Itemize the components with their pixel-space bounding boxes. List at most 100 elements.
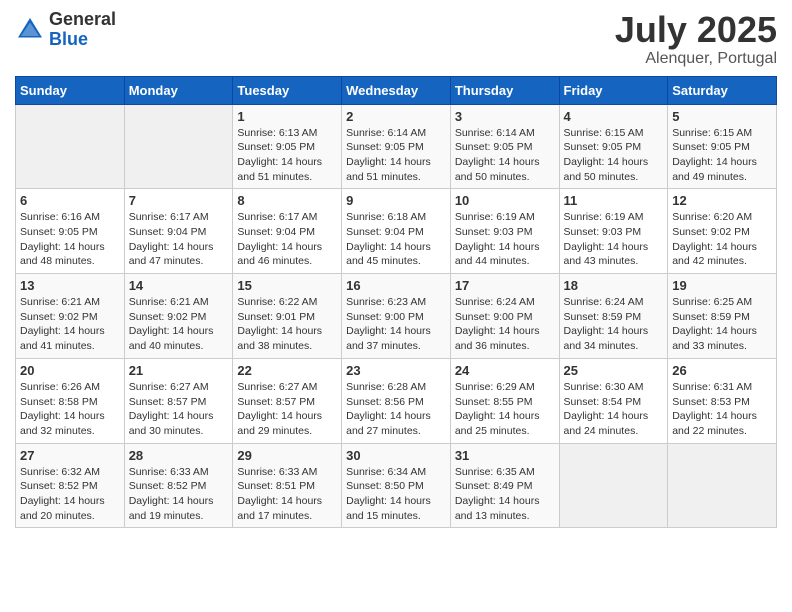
cell-info: Sunrise: 6:32 AM Sunset: 8:52 PM Dayligh… [20, 465, 120, 524]
header-saturday: Saturday [668, 76, 777, 104]
calendar-week-2: 6Sunrise: 6:16 AM Sunset: 9:05 PM Daylig… [16, 189, 777, 274]
header-monday: Monday [124, 76, 233, 104]
calendar-cell: 16 Sunrise: 6:23 AM Sunset: 9:00 PM Dayli… [342, 274, 451, 359]
calendar-cell [559, 443, 668, 528]
cell-info: Sunrise: 6:35 AM Sunset: 8:49 PM Dayligh… [455, 465, 555, 524]
day-number: 20 [20, 363, 120, 378]
calendar-cell: 19 Sunrise: 6:25 AM Sunset: 8:59 PM Dayli… [668, 274, 777, 359]
day-number: 7 [129, 193, 229, 208]
day-number: 31 [455, 448, 555, 463]
calendar-cell: 12Sunrise: 6:20 AM Sunset: 9:02 PM Dayli… [668, 189, 777, 274]
calendar-week-5: 27 Sunrise: 6:32 AM Sunset: 8:52 PM Dayli… [16, 443, 777, 528]
header-friday: Friday [559, 76, 668, 104]
cell-info: Sunrise: 6:23 AM Sunset: 9:00 PM Dayligh… [346, 295, 446, 354]
header-sunday: Sunday [16, 76, 125, 104]
cell-info: Sunrise: 6:24 AM Sunset: 9:00 PM Dayligh… [455, 295, 555, 354]
month-year: July 2025 [615, 10, 777, 50]
cell-info: Sunrise: 6:14 AM Sunset: 9:05 PM Dayligh… [455, 126, 555, 185]
day-number: 27 [20, 448, 120, 463]
day-number: 1 [237, 109, 337, 124]
calendar-cell [16, 104, 125, 189]
day-number: 9 [346, 193, 446, 208]
calendar-cell: 31 Sunrise: 6:35 AM Sunset: 8:49 PM Dayli… [450, 443, 559, 528]
day-number: 30 [346, 448, 446, 463]
title-block: July 2025 Alenquer, Portugal [615, 10, 777, 68]
day-number: 14 [129, 278, 229, 293]
calendar-cell: 3Sunrise: 6:14 AM Sunset: 9:05 PM Daylig… [450, 104, 559, 189]
calendar-cell: 15Sunrise: 6:22 AM Sunset: 9:01 PM Dayli… [233, 274, 342, 359]
cell-info: Sunrise: 6:17 AM Sunset: 9:04 PM Dayligh… [129, 210, 229, 269]
cell-info: Sunrise: 6:17 AM Sunset: 9:04 PM Dayligh… [237, 210, 337, 269]
calendar-cell: 14 Sunrise: 6:21 AM Sunset: 9:02 PM Dayli… [124, 274, 233, 359]
page-header: General Blue July 2025 Alenquer, Portuga… [15, 10, 777, 68]
calendar-cell: 2Sunrise: 6:14 AM Sunset: 9:05 PM Daylig… [342, 104, 451, 189]
cell-info: Sunrise: 6:20 AM Sunset: 9:02 PM Dayligh… [672, 210, 772, 269]
calendar-cell: 18Sunrise: 6:24 AM Sunset: 8:59 PM Dayli… [559, 274, 668, 359]
cell-info: Sunrise: 6:27 AM Sunset: 8:57 PM Dayligh… [237, 380, 337, 439]
day-number: 17 [455, 278, 555, 293]
day-number: 18 [564, 278, 664, 293]
logo-text: General Blue [49, 10, 116, 50]
cell-info: Sunrise: 6:15 AM Sunset: 9:05 PM Dayligh… [564, 126, 664, 185]
calendar-cell: 5 Sunrise: 6:15 AM Sunset: 9:05 PM Daylig… [668, 104, 777, 189]
cell-info: Sunrise: 6:18 AM Sunset: 9:04 PM Dayligh… [346, 210, 446, 269]
day-number: 13 [20, 278, 120, 293]
calendar-week-4: 20Sunrise: 6:26 AM Sunset: 8:58 PM Dayli… [16, 358, 777, 443]
calendar-cell: 9 Sunrise: 6:18 AM Sunset: 9:04 PM Daylig… [342, 189, 451, 274]
logo-general: General [49, 10, 116, 30]
day-number: 23 [346, 363, 446, 378]
day-number: 26 [672, 363, 772, 378]
calendar-cell: 29Sunrise: 6:33 AM Sunset: 8:51 PM Dayli… [233, 443, 342, 528]
logo-icon [15, 15, 45, 45]
cell-info: Sunrise: 6:33 AM Sunset: 8:52 PM Dayligh… [129, 465, 229, 524]
cell-info: Sunrise: 6:27 AM Sunset: 8:57 PM Dayligh… [129, 380, 229, 439]
cell-info: Sunrise: 6:15 AM Sunset: 9:05 PM Dayligh… [672, 126, 772, 185]
day-number: 4 [564, 109, 664, 124]
cell-info: Sunrise: 6:14 AM Sunset: 9:05 PM Dayligh… [346, 126, 446, 185]
cell-info: Sunrise: 6:33 AM Sunset: 8:51 PM Dayligh… [237, 465, 337, 524]
calendar-cell: 20Sunrise: 6:26 AM Sunset: 8:58 PM Dayli… [16, 358, 125, 443]
header-thursday: Thursday [450, 76, 559, 104]
header-wednesday: Wednesday [342, 76, 451, 104]
header-tuesday: Tuesday [233, 76, 342, 104]
day-number: 5 [672, 109, 772, 124]
day-number: 24 [455, 363, 555, 378]
calendar-cell: 11Sunrise: 6:19 AM Sunset: 9:03 PM Dayli… [559, 189, 668, 274]
calendar-cell: 30 Sunrise: 6:34 AM Sunset: 8:50 PM Dayli… [342, 443, 451, 528]
day-number: 16 [346, 278, 446, 293]
day-number: 22 [237, 363, 337, 378]
cell-info: Sunrise: 6:30 AM Sunset: 8:54 PM Dayligh… [564, 380, 664, 439]
day-number: 19 [672, 278, 772, 293]
calendar-cell: 22 Sunrise: 6:27 AM Sunset: 8:57 PM Dayli… [233, 358, 342, 443]
calendar-cell: 21 Sunrise: 6:27 AM Sunset: 8:57 PM Dayli… [124, 358, 233, 443]
cell-info: Sunrise: 6:21 AM Sunset: 9:02 PM Dayligh… [129, 295, 229, 354]
calendar-table: SundayMondayTuesdayWednesdayThursdayFrid… [15, 76, 777, 529]
day-number: 6 [20, 193, 120, 208]
calendar-cell: 25 Sunrise: 6:30 AM Sunset: 8:54 PM Dayli… [559, 358, 668, 443]
cell-info: Sunrise: 6:34 AM Sunset: 8:50 PM Dayligh… [346, 465, 446, 524]
calendar-cell: 10 Sunrise: 6:19 AM Sunset: 9:03 PM Dayli… [450, 189, 559, 274]
cell-info: Sunrise: 6:29 AM Sunset: 8:55 PM Dayligh… [455, 380, 555, 439]
calendar-cell: 27 Sunrise: 6:32 AM Sunset: 8:52 PM Dayli… [16, 443, 125, 528]
cell-info: Sunrise: 6:28 AM Sunset: 8:56 PM Dayligh… [346, 380, 446, 439]
calendar-cell: 13 Sunrise: 6:21 AM Sunset: 9:02 PM Dayli… [16, 274, 125, 359]
day-number: 11 [564, 193, 664, 208]
calendar-cell [668, 443, 777, 528]
calendar-cell: 26Sunrise: 6:31 AM Sunset: 8:53 PM Dayli… [668, 358, 777, 443]
logo: General Blue [15, 10, 116, 50]
calendar-cell: 8 Sunrise: 6:17 AM Sunset: 9:04 PM Daylig… [233, 189, 342, 274]
calendar-cell: 28Sunrise: 6:33 AM Sunset: 8:52 PM Dayli… [124, 443, 233, 528]
location: Alenquer, Portugal [615, 50, 777, 68]
calendar-cell: 7 Sunrise: 6:17 AM Sunset: 9:04 PM Daylig… [124, 189, 233, 274]
cell-info: Sunrise: 6:25 AM Sunset: 8:59 PM Dayligh… [672, 295, 772, 354]
calendar-cell: 1Sunrise: 6:13 AM Sunset: 9:05 PM Daylig… [233, 104, 342, 189]
day-number: 8 [237, 193, 337, 208]
calendar-cell: 6Sunrise: 6:16 AM Sunset: 9:05 PM Daylig… [16, 189, 125, 274]
day-number: 10 [455, 193, 555, 208]
cell-info: Sunrise: 6:21 AM Sunset: 9:02 PM Dayligh… [20, 295, 120, 354]
day-number: 25 [564, 363, 664, 378]
cell-info: Sunrise: 6:19 AM Sunset: 9:03 PM Dayligh… [455, 210, 555, 269]
day-number: 21 [129, 363, 229, 378]
cell-info: Sunrise: 6:22 AM Sunset: 9:01 PM Dayligh… [237, 295, 337, 354]
calendar-cell: 23 Sunrise: 6:28 AM Sunset: 8:56 PM Dayli… [342, 358, 451, 443]
